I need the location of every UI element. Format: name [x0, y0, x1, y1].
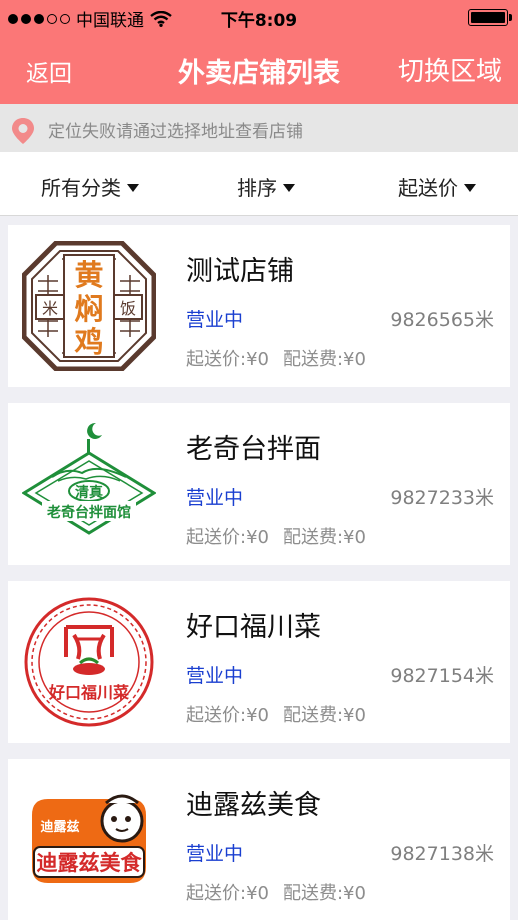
logo-text: 迪露兹美食	[37, 851, 143, 875]
filter-min-price[interactable]: 起送价	[398, 172, 476, 201]
filter-category-label: 所有分类	[41, 176, 121, 200]
status-badge: 营业中	[186, 309, 244, 331]
clock: 下午8:09	[220, 11, 298, 31]
shop-distance: 9827138米	[390, 843, 494, 865]
shop-logo: 清真 老奇台拌面馆	[22, 422, 156, 535]
battery-icon	[468, 9, 512, 26]
logo-char: 鸡	[74, 325, 103, 359]
shop-card[interactable]: 迪露兹 迪露兹美食 迪露兹美食 营业中 9827138米 起送价:¥0 配送费:¥…	[8, 759, 510, 920]
logo-text: 好口福川菜	[48, 683, 129, 702]
shop-fees: 起送价:¥0 配送费:¥0	[186, 701, 366, 727]
filter-bar: 所有分类 排序 起送价	[0, 152, 518, 216]
shop-logo: 黄 焖 鸡 米 饭	[22, 241, 156, 371]
logo-text: 老奇台拌面馆	[47, 504, 131, 521]
min-price: 起送价:¥0	[186, 705, 269, 726]
delivery-fee: 配送费:¥0	[282, 883, 366, 904]
status-badge: 营业中	[186, 665, 244, 687]
filter-sort[interactable]: 排序	[237, 172, 295, 201]
delivery-fee: 配送费:¥0	[282, 527, 366, 548]
min-price: 起送价:¥0	[186, 527, 269, 548]
logo-char: 焖	[74, 292, 103, 326]
shop-name: 老奇台拌面	[186, 434, 321, 465]
logo-char: 米	[42, 299, 58, 318]
delivery-fee: 配送费:¥0	[282, 705, 366, 726]
shop-distance: 9826565米	[390, 309, 494, 331]
status-badge: 营业中	[186, 487, 244, 509]
dropdown-triangle-icon	[283, 183, 295, 192]
nav-bar: 返回 外卖店铺列表 切换区域	[0, 34, 518, 104]
shop-card[interactable]: 好口福川菜 好口福川菜 营业中 9827154米 起送价:¥0 配送费:¥0	[8, 581, 510, 743]
min-price: 起送价:¥0	[186, 883, 269, 904]
shop-fees: 起送价:¥0 配送费:¥0	[186, 523, 366, 549]
min-price: 起送价:¥0	[186, 349, 269, 370]
status-bar: 中国联通 下午8:09	[0, 0, 518, 34]
location-message: 定位失败请通过选择地址查看店铺	[48, 122, 303, 142]
status-badge: 营业中	[186, 843, 244, 865]
logo-text: 迪露兹	[40, 819, 79, 835]
shop-fees: 起送价:¥0 配送费:¥0	[186, 879, 366, 905]
shop-distance: 9827154米	[390, 665, 494, 687]
logo-char: 黄	[74, 258, 103, 292]
logo-text: 清真	[75, 484, 103, 501]
shop-card[interactable]: 清真 老奇台拌面馆 老奇台拌面 营业中 9827233米 起送价:¥0 配送费:¥…	[8, 403, 510, 565]
dropdown-triangle-icon	[464, 183, 476, 192]
shop-logo: 迪露兹 迪露兹美食	[32, 794, 146, 883]
location-bar[interactable]: 定位失败请通过选择地址查看店铺	[0, 104, 518, 152]
delivery-fee: 配送费:¥0	[282, 349, 366, 370]
shop-distance: 9827233米	[390, 487, 494, 509]
dropdown-triangle-icon	[127, 183, 139, 192]
location-pin-icon	[12, 118, 34, 144]
shop-fees: 起送价:¥0 配送费:¥0	[186, 345, 366, 371]
filter-sort-label: 排序	[237, 176, 277, 200]
filter-min-price-label: 起送价	[398, 176, 458, 200]
shop-card[interactable]: 黄 焖 鸡 米 饭 测试店铺 营业中 9826565米 起送价:¥0 配送费:¥0	[8, 225, 510, 387]
filter-category[interactable]: 所有分类	[41, 172, 139, 201]
shop-logo: 好口福川菜	[24, 597, 154, 727]
shop-name: 好口福川菜	[186, 612, 321, 643]
logo-char: 饭	[120, 299, 136, 318]
shop-name: 测试店铺	[186, 256, 294, 287]
shop-name: 迪露兹美食	[186, 790, 321, 821]
switch-region-button[interactable]: 切换区域	[398, 51, 502, 88]
